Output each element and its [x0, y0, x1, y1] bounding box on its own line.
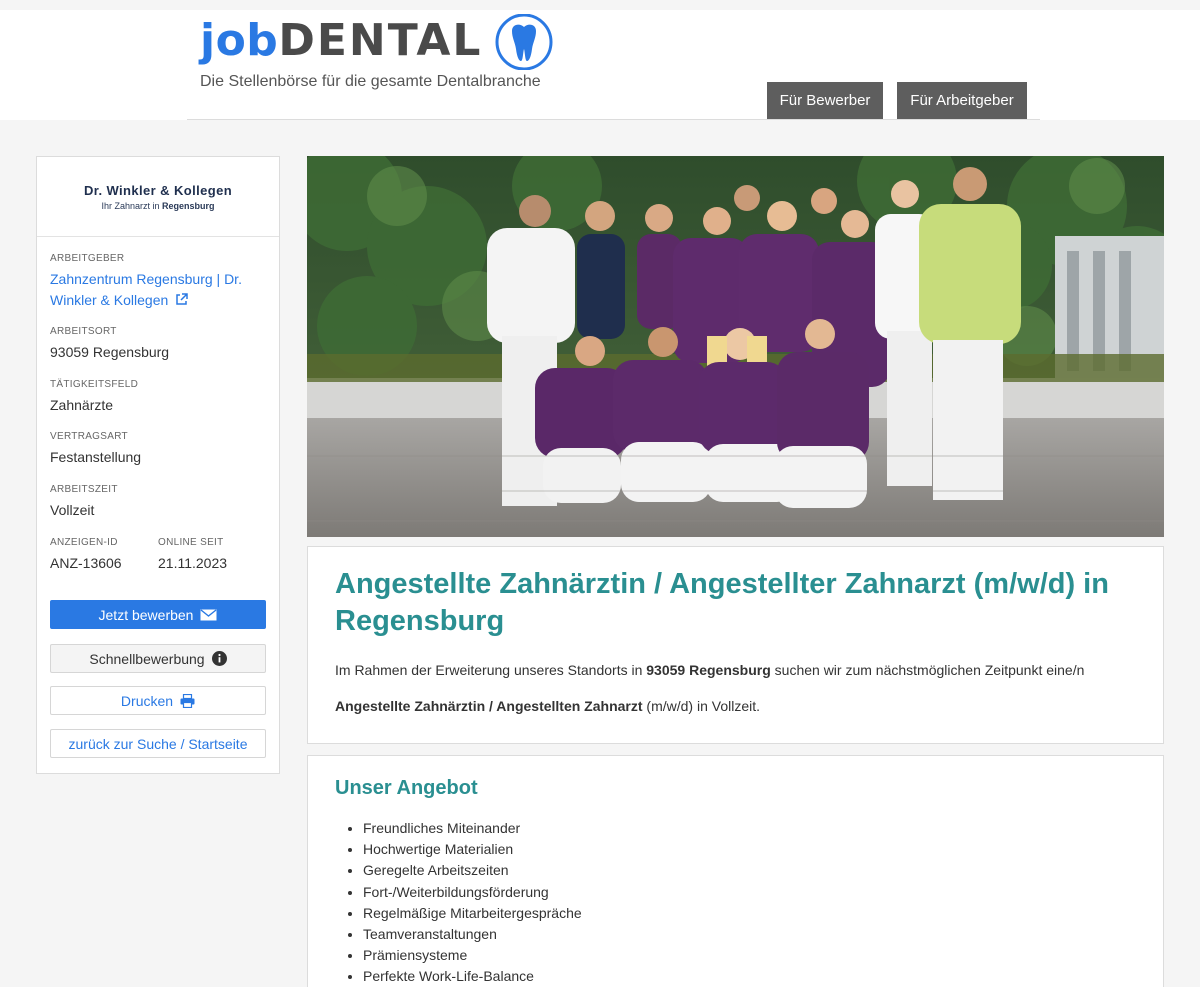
tooth-icon — [493, 13, 555, 71]
employer-logo-sub-city: Regensburg — [162, 200, 215, 211]
intro-position-title: Angestellte Zahnärztin / Angestellten Za… — [335, 698, 643, 714]
location-label: ARBEITSORT — [50, 326, 117, 337]
offer-card: Unser Angebot Freundliches Miteinander H… — [307, 755, 1164, 987]
meta-online-since: ONLINE SEIT 21.11.2023 — [158, 537, 227, 574]
nav-fuer-arbeitgeber[interactable]: Für Arbeitgeber — [897, 82, 1027, 119]
apply-button[interactable]: Jetzt bewerben — [50, 600, 266, 629]
field-value: Zahnärzte — [50, 397, 114, 413]
job-sidebar: Dr. Winkler & Kollegen Ihr Zahnarzt in R… — [36, 156, 280, 774]
contract-label: VERTRAGSART — [50, 431, 128, 442]
employer-logo: Dr. Winkler & Kollegen Ihr Zahnarzt in R… — [37, 157, 279, 237]
site-logo[interactable]: job DENTAL — [200, 14, 482, 66]
quick-apply-label: Schnellbewerbung — [89, 650, 205, 667]
header-divider — [187, 119, 1040, 120]
employer-logo-sub-prefix: Ihr Zahnarzt in — [101, 200, 160, 211]
ad-id-value: ANZ-13606 — [50, 555, 122, 571]
ad-id-label: ANZEIGEN-ID — [50, 537, 118, 548]
nav-fuer-bewerber[interactable]: Für Bewerber — [767, 82, 883, 119]
list-item: Regelmäßige Mitarbeitergespräche — [363, 903, 582, 924]
offer-list: Freundliches Miteinander Hochwertige Mat… — [363, 818, 582, 987]
worktime-value: Vollzeit — [50, 502, 95, 518]
location-value: 93059 Regensburg — [50, 344, 170, 360]
list-item: Hochwertige Materialien — [363, 839, 582, 860]
worktime-label: ARBEITSZEIT — [50, 484, 118, 495]
employer-label: ARBEITGEBER — [50, 253, 125, 264]
meta-worktime: ARBEITSZEIT Vollzeit — [50, 484, 118, 521]
employer-link[interactable]: Zahnzentrum Regensburg | Dr. Winkler & K… — [50, 269, 250, 312]
meta-employer: ARBEITGEBER Zahnzentrum Regensburg | Dr.… — [50, 253, 250, 312]
employer-logo-subtitle: Ihr Zahnarzt in Regensburg — [101, 201, 214, 211]
envelope-icon — [200, 608, 217, 621]
meta-ad-id: ANZEIGEN-ID ANZ-13606 — [50, 537, 122, 574]
list-item: Prämiensysteme — [363, 945, 582, 966]
employer-link-text: Zahnzentrum Regensburg | Dr. Winkler & K… — [50, 271, 242, 308]
site-tagline: Die Stellenbörse für die gesamte Dentalb… — [200, 73, 541, 90]
online-since-label: ONLINE SEIT — [158, 537, 224, 548]
quick-apply-button[interactable]: Schnellbewerbung — [50, 644, 266, 673]
intro-location: 93059 Regensburg — [646, 662, 771, 678]
offer-title: Unser Angebot — [335, 777, 478, 799]
logo-job-text: job — [200, 14, 279, 66]
intro-text-a: Im Rahmen der Erweiterung unseres Stando… — [335, 662, 647, 678]
intro-position-rest: (m/w/d) in Vollzeit. — [642, 698, 761, 714]
intro-position-text: Angestellte Zahnärztin / Angestellten Za… — [335, 698, 760, 714]
field-label: TÄTIGKEITSFELD — [50, 379, 139, 390]
intro-text-b: suchen wir zum nächstmöglichen Zeitpunkt… — [770, 662, 1085, 678]
external-link-icon — [175, 291, 188, 312]
job-title: Angestellte Zahnärztin / Angestellter Za… — [335, 568, 1109, 637]
list-item: Perfekte Work-Life-Balance — [363, 966, 582, 987]
online-since-value: 21.11.2023 — [158, 555, 228, 571]
employer-logo-name: Dr. Winkler & Kollegen — [83, 182, 233, 198]
logo-dental-text: DENTAL — [278, 14, 483, 66]
back-to-search-button[interactable]: zurück zur Suche / Startseite — [50, 729, 266, 758]
intro-text: Im Rahmen der Erweiterung unseres Stando… — [335, 662, 1084, 678]
list-item: Geregelte Arbeitszeiten — [363, 860, 582, 881]
meta-contract: VERTRAGSART Festanstellung — [50, 431, 141, 468]
printer-icon — [180, 693, 195, 708]
apply-button-label: Jetzt bewerben — [98, 606, 194, 623]
contract-value: Festanstellung — [50, 449, 142, 465]
meta-field: TÄTIGKEITSFELD Zahnärzte — [50, 379, 138, 416]
meta-location: ARBEITSORT 93059 Regensburg — [50, 326, 169, 363]
job-title-card: Angestellte Zahnärztin / Angestellter Za… — [307, 546, 1164, 744]
top-strip — [0, 0, 1200, 10]
list-item: Freundliches Miteinander — [363, 818, 582, 839]
print-button[interactable]: Drucken — [50, 686, 266, 715]
team-photo — [307, 156, 1164, 537]
list-item: Fort-/Weiterbildungsförderung — [363, 882, 582, 903]
print-button-label: Drucken — [120, 692, 174, 709]
list-item: Teamveranstaltungen — [363, 924, 582, 945]
info-icon — [211, 651, 227, 666]
